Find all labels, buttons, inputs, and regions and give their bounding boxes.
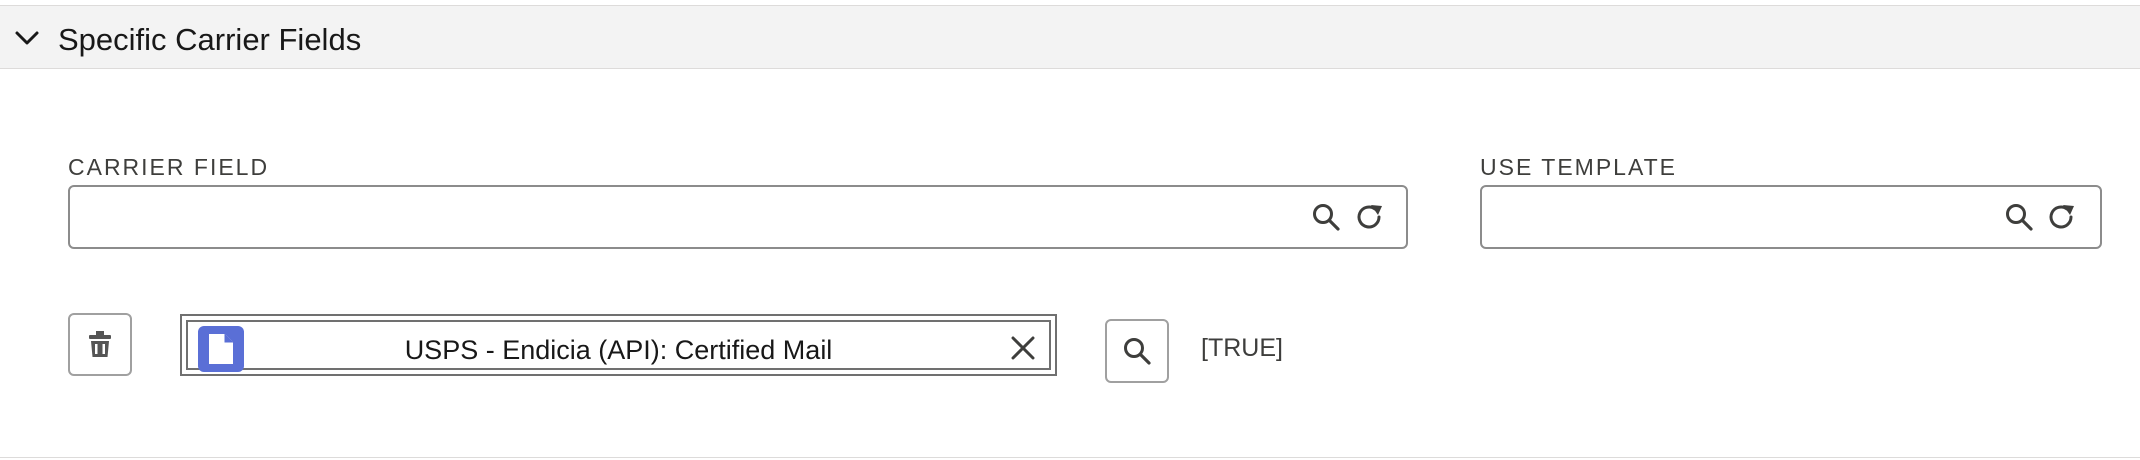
- section-title: Specific Carrier Fields: [58, 22, 362, 57]
- lookup-search-button[interactable]: [1105, 319, 1169, 383]
- selected-record-label: USPS - Endicia (API): Certified Mail: [404, 335, 833, 365]
- use-template-lookup: [1480, 185, 2102, 249]
- use-template-label: USE TEMPLATE: [1480, 154, 1677, 180]
- boolean-value: [TRUE]: [1201, 334, 1283, 362]
- refresh-icon[interactable]: [2047, 202, 2077, 232]
- carrier-field-input[interactable]: [82, 195, 1286, 241]
- section-header[interactable]: Specific Carrier Fields: [0, 5, 2140, 69]
- selected-record-pill[interactable]: USPS - Endicia (API): Certified Mail: [180, 314, 1057, 376]
- divider: [0, 457, 2140, 458]
- chevron-down-icon[interactable]: [14, 28, 40, 48]
- close-icon[interactable]: [1009, 334, 1037, 362]
- use-template-input[interactable]: [1494, 195, 1998, 241]
- refresh-icon[interactable]: [1355, 202, 1385, 232]
- search-icon[interactable]: [1311, 202, 1341, 232]
- trash-icon: [89, 331, 111, 357]
- search-icon[interactable]: [2004, 202, 2034, 232]
- delete-button[interactable]: [68, 313, 132, 376]
- carrier-field-lookup: [68, 185, 1408, 249]
- carrier-field-label: CARRIER FIELD: [68, 154, 270, 180]
- search-icon: [1124, 338, 1151, 365]
